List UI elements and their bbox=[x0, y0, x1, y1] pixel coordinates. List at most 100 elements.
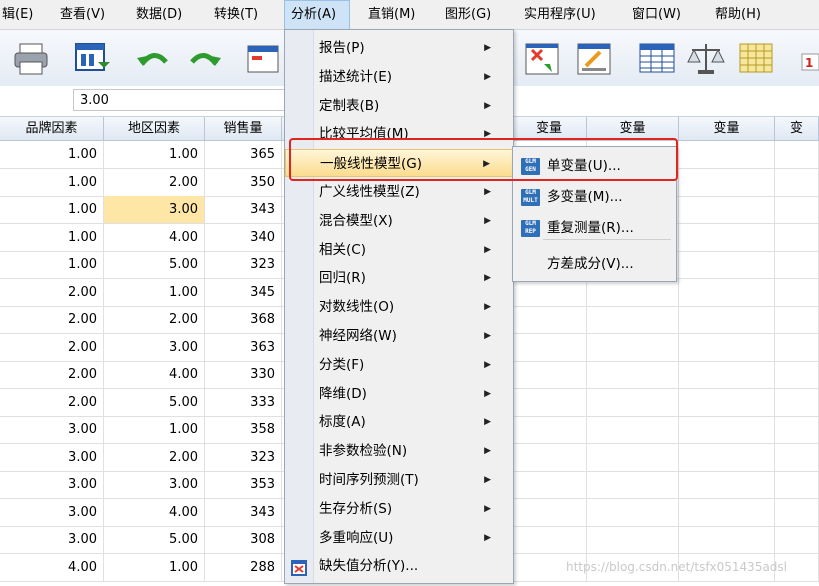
grid-cell[interactable]: 1.00 bbox=[0, 141, 104, 169]
menu-view[interactable]: 查看(V) bbox=[60, 0, 105, 30]
menu-window[interactable]: 窗口(W) bbox=[632, 0, 681, 30]
grid-cell[interactable]: 3.00 bbox=[0, 498, 104, 527]
grid-cell[interactable]: 365 bbox=[205, 141, 282, 169]
menu-item-multiple-response[interactable]: 多重响应(U) ▶ bbox=[285, 524, 513, 552]
grid-cell[interactable]: 4.00 bbox=[104, 361, 205, 389]
column-header[interactable]: 地区因素 bbox=[104, 117, 205, 141]
goto-case-icon[interactable] bbox=[244, 40, 284, 78]
grid-cell[interactable] bbox=[679, 443, 775, 472]
menu-analyze[interactable]: 分析(A) bbox=[284, 0, 350, 30]
grid-cell[interactable] bbox=[775, 471, 819, 499]
menu-item-missing-value-analysis[interactable]: 缺失值分析(Y)... bbox=[285, 552, 513, 580]
grid-cell[interactable] bbox=[679, 168, 775, 197]
column-header[interactable]: 品牌因素 bbox=[0, 117, 104, 141]
grid-cell[interactable] bbox=[679, 141, 775, 169]
grid-cell[interactable]: 2.00 bbox=[0, 361, 104, 389]
grid-cell[interactable] bbox=[775, 251, 819, 279]
grid-cell[interactable] bbox=[587, 306, 679, 334]
grid-cell[interactable] bbox=[587, 361, 679, 389]
grid-cell[interactable] bbox=[679, 416, 775, 444]
grid-cell[interactable] bbox=[775, 278, 819, 307]
grid-cell[interactable]: 1.00 bbox=[104, 141, 205, 169]
grid-cell[interactable] bbox=[775, 416, 819, 444]
grid-cell[interactable]: 2.00 bbox=[0, 306, 104, 334]
menu-item-report[interactable]: 报告(P) ▶ bbox=[285, 34, 513, 62]
print-icon[interactable] bbox=[12, 40, 52, 78]
grid-cell[interactable] bbox=[587, 416, 679, 444]
grid-cell[interactable] bbox=[775, 141, 819, 169]
number-one-icon[interactable]: 1 bbox=[798, 40, 819, 78]
grid-cell[interactable] bbox=[679, 498, 775, 527]
menu-utilities[interactable]: 实用程序(U) bbox=[524, 0, 596, 30]
grid-cell[interactable] bbox=[775, 388, 819, 417]
menu-graphs[interactable]: 图形(G) bbox=[445, 0, 491, 30]
grid-cell[interactable]: 3.00 bbox=[104, 196, 205, 224]
undo-icon[interactable] bbox=[134, 40, 174, 78]
menu-help[interactable]: 帮助(H) bbox=[715, 0, 761, 30]
grid-cell[interactable]: 3.00 bbox=[0, 443, 104, 472]
grid-cell[interactable]: 345 bbox=[205, 278, 282, 307]
menu-item-correlate[interactable]: 相关(C) ▶ bbox=[285, 236, 513, 264]
grid-cell[interactable] bbox=[679, 306, 775, 334]
column-header[interactable]: 变量 bbox=[679, 117, 775, 141]
value-labels-icon[interactable] bbox=[574, 40, 614, 78]
select-cases-icon[interactable] bbox=[522, 40, 562, 78]
grid-cell[interactable]: 1.00 bbox=[0, 223, 104, 252]
grid-cell[interactable] bbox=[679, 471, 775, 499]
grid-cell[interactable] bbox=[512, 306, 587, 334]
grid-cell[interactable]: 330 bbox=[205, 361, 282, 389]
menu-data[interactable]: 数据(D) bbox=[136, 0, 182, 30]
column-header[interactable]: 销售量 bbox=[205, 117, 282, 141]
grid-cell[interactable] bbox=[775, 196, 819, 224]
grid-cell[interactable] bbox=[512, 443, 587, 472]
grid-cell[interactable] bbox=[512, 361, 587, 389]
menu-transform[interactable]: 转换(T) bbox=[214, 0, 258, 30]
grid-cell[interactable] bbox=[775, 168, 819, 197]
grid-cell[interactable] bbox=[679, 278, 775, 307]
grid-cell[interactable] bbox=[775, 498, 819, 527]
grid-cell[interactable]: 1.00 bbox=[0, 168, 104, 197]
grid-cell[interactable]: 308 bbox=[205, 526, 282, 554]
grid-cell[interactable]: 2.00 bbox=[104, 168, 205, 197]
grid-cell[interactable] bbox=[512, 471, 587, 499]
grid-cell[interactable]: 4.00 bbox=[104, 498, 205, 527]
menu-item-scale[interactable]: 标度(A) ▶ bbox=[285, 408, 513, 436]
grid-cell[interactable]: 3.00 bbox=[104, 471, 205, 499]
grid-cell[interactable] bbox=[587, 333, 679, 362]
grid-cell[interactable]: 1.00 bbox=[0, 251, 104, 279]
grid-cell[interactable]: 323 bbox=[205, 443, 282, 472]
grid-cell[interactable]: 3.00 bbox=[0, 416, 104, 444]
grid-cell[interactable]: 3.00 bbox=[0, 526, 104, 554]
grid-cell[interactable] bbox=[512, 526, 587, 554]
grid-cell[interactable]: 340 bbox=[205, 223, 282, 252]
grid-cell[interactable]: 333 bbox=[205, 388, 282, 417]
menu-item-custom-tables[interactable]: 定制表(B) ▶ bbox=[285, 92, 513, 120]
grid-cell[interactable] bbox=[587, 278, 679, 307]
grid-cell[interactable] bbox=[679, 196, 775, 224]
menu-item-forecasting[interactable]: 时间序列预测(T) ▶ bbox=[285, 466, 513, 494]
grid-cell[interactable] bbox=[775, 333, 819, 362]
menu-item-classify[interactable]: 分类(F) ▶ bbox=[285, 351, 513, 379]
cell-value-field[interactable]: 3.00 bbox=[73, 89, 286, 111]
split-file-icon[interactable] bbox=[636, 40, 676, 78]
menu-item-descriptive-statistics[interactable]: 描述统计(E) ▶ bbox=[285, 63, 513, 91]
grid-cell[interactable]: 368 bbox=[205, 306, 282, 334]
menu-edit[interactable]: 辑(E) bbox=[2, 0, 33, 30]
grid-cell[interactable]: 363 bbox=[205, 333, 282, 362]
grid-cell[interactable] bbox=[512, 333, 587, 362]
menu-item-nonparametric-tests[interactable]: 非参数检验(N) ▶ bbox=[285, 437, 513, 465]
grid-cell[interactable] bbox=[679, 333, 775, 362]
grid-cell[interactable] bbox=[512, 388, 587, 417]
grid-cell[interactable] bbox=[679, 223, 775, 252]
grid-cell[interactable] bbox=[775, 223, 819, 252]
grid-cell[interactable]: 5.00 bbox=[104, 526, 205, 554]
grid-cell[interactable]: 4.00 bbox=[104, 223, 205, 252]
grid-cell[interactable]: 3.00 bbox=[0, 471, 104, 499]
grid-cell[interactable] bbox=[679, 251, 775, 279]
grid-cell[interactable]: 350 bbox=[205, 168, 282, 197]
weight-cases-icon[interactable] bbox=[686, 40, 726, 78]
grid-cell[interactable] bbox=[512, 278, 587, 307]
grid-cell[interactable]: 5.00 bbox=[104, 388, 205, 417]
grid-cell[interactable]: 1.00 bbox=[0, 196, 104, 224]
menu-item-loglinear[interactable]: 对数线性(O) ▶ bbox=[285, 293, 513, 321]
